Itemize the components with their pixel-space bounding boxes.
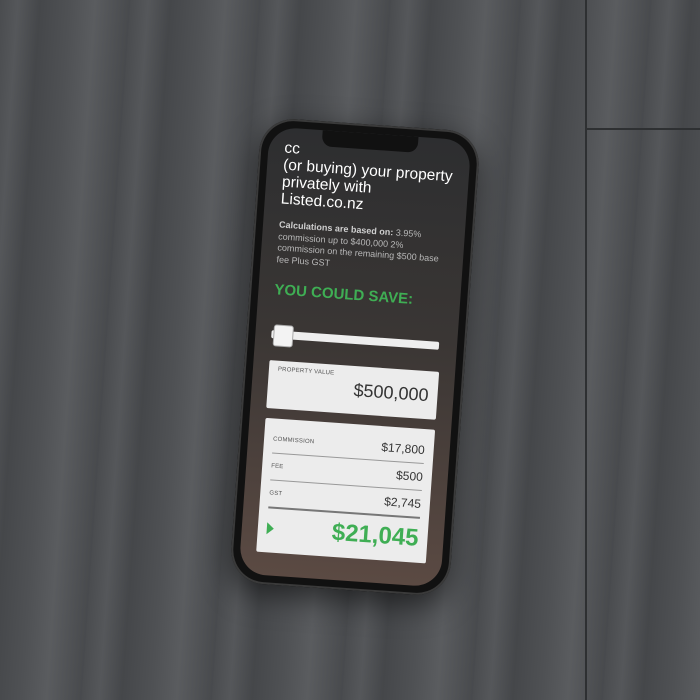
- row-label: COMMISSION: [272, 436, 315, 446]
- row-value: $500: [395, 468, 424, 485]
- slider-thumb[interactable]: [272, 324, 295, 348]
- calculation-note: Calculations are based on: 3.95% commiss…: [276, 219, 449, 277]
- property-value-field[interactable]: PROPERTY VALUE $500,000: [266, 360, 440, 420]
- row-value: $2,745: [383, 494, 422, 511]
- savings-breakdown: COMMISSION $17,800 FEE $500 GST $2,745 $21,…: [256, 417, 436, 564]
- property-value-slider[interactable]: [271, 320, 442, 358]
- headline: (or buying) your property privately with…: [280, 156, 454, 214]
- phone-screen: cc (or buying) your property privately w…: [238, 126, 472, 588]
- row-value: $17,800: [380, 440, 426, 458]
- table-seam: [585, 0, 587, 700]
- row-label: FEE: [270, 463, 284, 471]
- table-seam: [587, 128, 700, 130]
- phone: cc (or buying) your property privately w…: [229, 116, 481, 598]
- save-heading: YOU COULD SAVE:: [273, 281, 414, 308]
- total-savings: $21,045: [331, 518, 420, 552]
- play-arrow-icon: [266, 522, 275, 535]
- slider-track[interactable]: [271, 330, 440, 350]
- row-label: GST: [269, 490, 283, 498]
